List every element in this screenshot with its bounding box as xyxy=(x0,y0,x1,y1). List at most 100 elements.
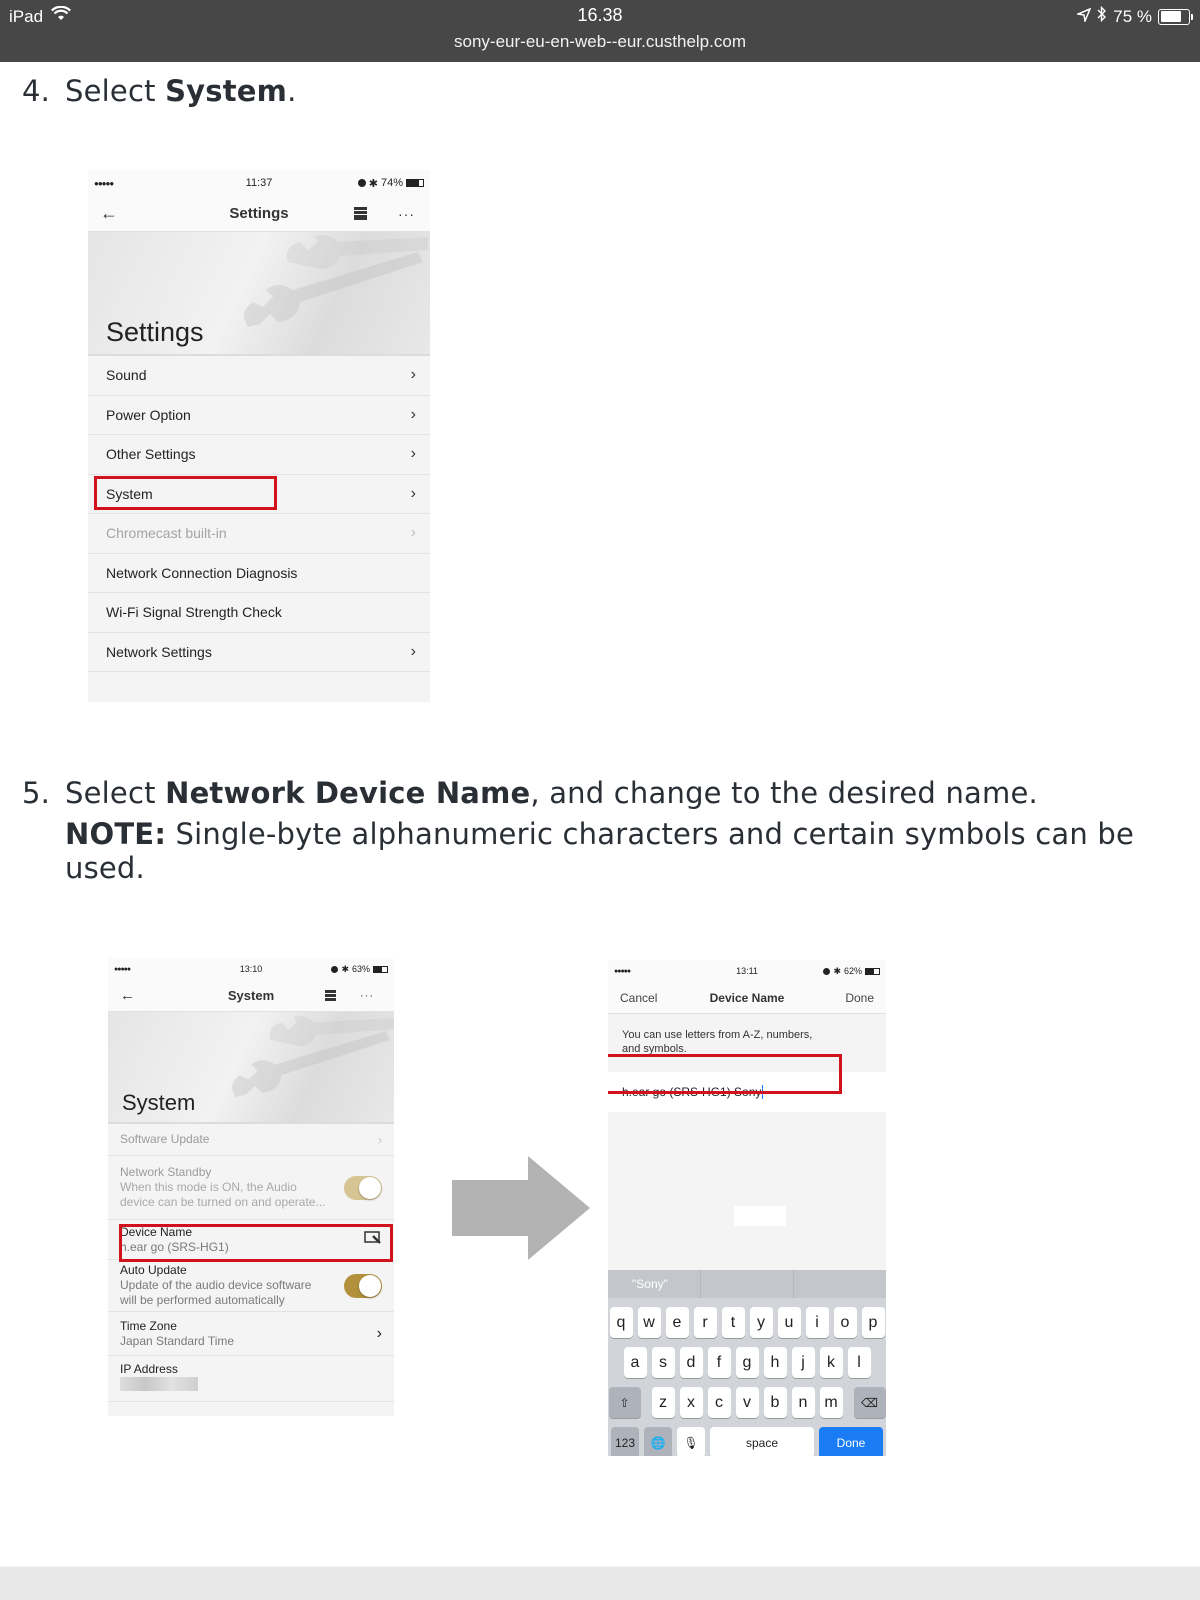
time-zone-row[interactable]: Time Zone Japan Standard Time › xyxy=(108,1312,394,1356)
globe-key[interactable]: 🌐 xyxy=(644,1427,672,1456)
key-n[interactable]: n xyxy=(791,1387,815,1418)
blank-white-patch xyxy=(734,1206,786,1226)
key-o[interactable]: o xyxy=(833,1307,857,1338)
chevron-right-icon: › xyxy=(410,524,416,542)
key-z[interactable]: z xyxy=(651,1387,675,1418)
key-y[interactable]: y xyxy=(749,1307,773,1338)
auto-update-row[interactable]: Auto Update Update of the audio device s… xyxy=(108,1260,394,1312)
url-label[interactable]: sony-eur-eu-en-web--eur.custhelp.com xyxy=(0,32,1200,52)
settings-item-network-settings[interactable]: Network Settings › xyxy=(88,633,430,672)
hero-banner: Settings xyxy=(88,232,430,356)
ios-status-bar: iPad 16.38 sony-eur-eu-en-web--eur.custh… xyxy=(0,0,1200,62)
device-name-screenshot: ●●●●● 13:11 ✱ 62% Cancel Device Name Don… xyxy=(608,960,886,1456)
key-q[interactable]: q xyxy=(609,1307,633,1338)
key-h[interactable]: h xyxy=(763,1347,787,1378)
blurred-ip-value xyxy=(120,1377,198,1391)
key-d[interactable]: d xyxy=(679,1347,703,1378)
chevron-right-icon: › xyxy=(410,484,416,502)
settings-item-sound[interactable]: Sound › xyxy=(88,356,430,396)
settings-item-network-connection-diagnosis[interactable]: Network Connection Diagnosis xyxy=(88,554,430,593)
device-list-icon[interactable] xyxy=(354,207,367,220)
numbers-key[interactable]: 123 xyxy=(611,1427,639,1456)
keyboard-done-key[interactable]: Done xyxy=(819,1427,883,1456)
phone-nav-bar: Cancel Device Name Done xyxy=(608,982,886,1014)
settings-item-label: Power Option xyxy=(106,406,191,423)
suggestion-item-empty[interactable] xyxy=(701,1270,794,1298)
space-key[interactable]: space xyxy=(710,1427,814,1456)
chevron-right-icon: › xyxy=(376,1324,382,1342)
chevron-right-icon: › xyxy=(410,405,416,423)
nav-title: Device Name xyxy=(709,990,785,1005)
wrench-icon xyxy=(244,234,428,327)
backspace-key[interactable]: ⌫ xyxy=(853,1387,886,1418)
software-update-row[interactable]: Software Update › xyxy=(108,1124,394,1156)
phone-status-bar: ●●●●● 13:10 ✱ 63% xyxy=(108,958,394,980)
network-standby-row[interactable]: Network Standby When this mode is ON, th… xyxy=(108,1156,394,1220)
phone-status-bar: ●●●●● 11:37 ✱ 74% xyxy=(88,170,430,196)
key-i[interactable]: i xyxy=(805,1307,829,1338)
hero-title: System xyxy=(122,1090,196,1115)
phone-clock: 11:37 xyxy=(245,177,273,189)
chevron-right-icon: › xyxy=(410,366,416,384)
settings-item-other-settings[interactable]: Other Settings › xyxy=(88,435,430,475)
phone-status-bar: ●●●●● 13:11 ✱ 62% xyxy=(608,960,886,982)
key-k[interactable]: k xyxy=(819,1347,843,1378)
key-c[interactable]: c xyxy=(707,1387,731,1418)
settings-list: Sound › Power Option › Other Settings › System… xyxy=(88,356,430,672)
settings-item-chromecast-built-in[interactable]: Chromecast built-in › xyxy=(88,514,430,554)
chevron-right-icon: › xyxy=(410,445,416,463)
clock: 16.38 xyxy=(577,5,623,25)
suggestion-item[interactable]: "Sony" xyxy=(608,1270,701,1298)
phone-clock: 13:10 xyxy=(239,964,263,974)
done-button[interactable]: Done xyxy=(845,991,874,1005)
chevron-right-icon: › xyxy=(378,1132,382,1147)
keyboard-row-1: qwertyuiop xyxy=(608,1307,886,1338)
more-icon[interactable]: ··· xyxy=(360,990,374,1002)
wrench-icon xyxy=(232,1016,394,1098)
more-icon[interactable]: ··· xyxy=(398,206,415,222)
arrow-right-icon xyxy=(452,1156,590,1260)
key-j[interactable]: j xyxy=(791,1347,815,1378)
key-x[interactable]: x xyxy=(679,1387,703,1418)
key-a[interactable]: a xyxy=(623,1347,647,1378)
settings-item-label: Wi-Fi Signal Strength Check xyxy=(106,604,282,621)
key-b[interactable]: b xyxy=(763,1387,787,1418)
nav-title: Settings xyxy=(229,205,289,222)
hero-banner: System xyxy=(108,1012,394,1124)
key-m[interactable]: m xyxy=(819,1387,843,1418)
auto-update-toggle[interactable] xyxy=(344,1273,382,1298)
nav-title: System xyxy=(227,988,275,1003)
keyboard-row-2: asdfghjkl xyxy=(608,1347,886,1378)
keyboard: "Sony" qwertyuiop asdfghjkl ⇧ zxcvbnm ⌫ … xyxy=(608,1270,886,1456)
location-icon xyxy=(1075,7,1092,27)
key-u[interactable]: u xyxy=(777,1307,801,1338)
device-list-icon[interactable] xyxy=(325,990,336,1001)
settings-screenshot: ●●●●● 11:37 ✱ 74% ← Settings ··· Setting… xyxy=(88,170,430,702)
microphone-key[interactable]: 🎙 xyxy=(677,1427,705,1456)
highlight-box-system xyxy=(94,476,277,510)
key-p[interactable]: p xyxy=(861,1307,885,1338)
key-g[interactable]: g xyxy=(735,1347,759,1378)
step-5-text: 5. Select Network Device Name, and change… xyxy=(22,776,1038,810)
key-t[interactable]: t xyxy=(721,1307,745,1338)
page-footer-band xyxy=(0,1566,1200,1600)
key-w[interactable]: w xyxy=(637,1307,661,1338)
settings-item-power-option[interactable]: Power Option › xyxy=(88,396,430,435)
settings-item-label: Other Settings xyxy=(106,446,196,463)
key-r[interactable]: r xyxy=(693,1307,717,1338)
suggestion-item-empty[interactable] xyxy=(794,1270,886,1298)
phone-nav-bar: ← System ··· xyxy=(108,980,394,1012)
network-standby-toggle[interactable] xyxy=(344,1175,382,1200)
key-f[interactable]: f xyxy=(707,1347,731,1378)
chevron-right-icon: › xyxy=(410,642,416,660)
key-l[interactable]: l xyxy=(847,1347,871,1378)
phone-nav-bar: ← Settings ··· xyxy=(88,196,430,232)
battery-icon xyxy=(1158,8,1193,25)
key-e[interactable]: e xyxy=(665,1307,689,1338)
key-s[interactable]: s xyxy=(651,1347,675,1378)
key-v[interactable]: v xyxy=(735,1387,759,1418)
settings-item-label: Chromecast built-in xyxy=(106,525,227,542)
settings-item-wi-fi-signal-strength-check[interactable]: Wi-Fi Signal Strength Check xyxy=(88,593,430,633)
step-4-text: 4. Select System. xyxy=(22,74,297,108)
shift-key[interactable]: ⇧ xyxy=(608,1387,641,1418)
